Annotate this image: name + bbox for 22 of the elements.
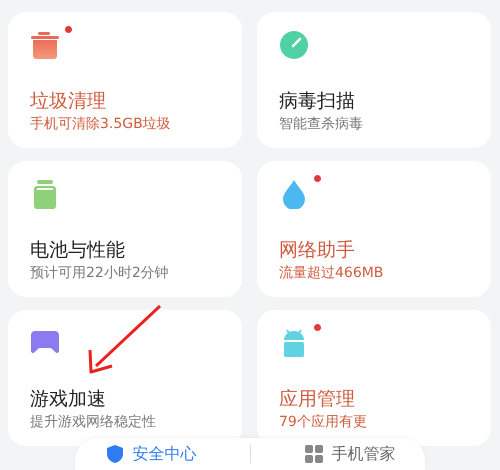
shield-icon	[104, 444, 124, 464]
apps-grid-icon	[304, 444, 324, 464]
card-title: 网络助手	[279, 238, 356, 263]
card-subtitle: 79个应用有更	[279, 413, 368, 432]
feature-card[interactable]: 网络助手 流量超过466MB	[257, 161, 491, 297]
card-title: 垃圾清理	[30, 89, 107, 114]
card-title: 游戏加速	[30, 387, 107, 412]
card-subtitle: 智能查杀病毒	[279, 115, 364, 134]
feature-card[interactable]: 病毒扫描 智能查杀病毒	[257, 12, 491, 148]
card-title: 电池与性能	[30, 238, 126, 263]
card-title: 病毒扫描	[279, 89, 356, 114]
feature-card[interactable]: 游戏加速 提升游戏网络稳定性	[8, 310, 242, 446]
scan-icon	[279, 30, 309, 60]
feature-card[interactable]: 应用管理 79个应用有更	[257, 310, 491, 446]
feature-card[interactable]: 电池与性能 预计可用22小时2分钟	[8, 161, 242, 297]
card-subtitle: 流量超过466MB	[279, 264, 384, 283]
card-subtitle: 预计可用22小时2分钟	[30, 264, 170, 283]
card-subtitle: 提升游戏网络稳定性	[30, 413, 157, 432]
card-subtitle: 手机可清除3.5GB垃圾	[30, 115, 172, 134]
feature-card[interactable]: 垃圾清理 手机可清除3.5GB垃圾	[8, 12, 242, 148]
trash-icon	[30, 30, 60, 60]
card-title: 应用管理	[279, 387, 356, 412]
